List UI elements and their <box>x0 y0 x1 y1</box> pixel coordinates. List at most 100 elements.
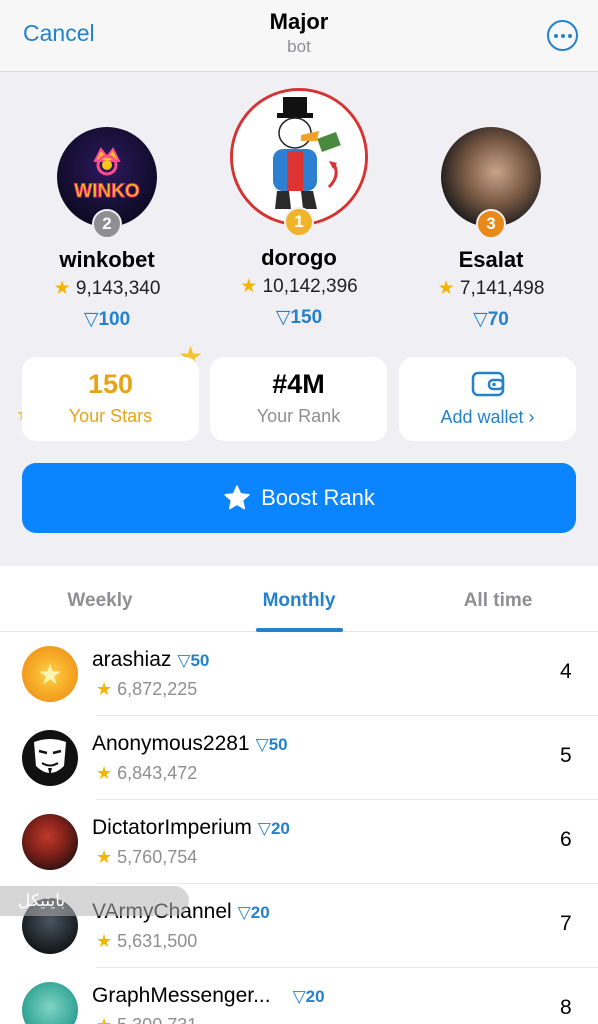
leaderboard-panel: Weekly Monthly All time ★ arashiaz ▽50 ★ … <box>0 566 598 1024</box>
tab-bar: Weekly Monthly All time <box>0 566 598 632</box>
ton-value: 20 <box>270 819 290 838</box>
star-coin-icon: ★ <box>37 658 63 690</box>
avatar <box>22 814 78 870</box>
row-name-line: DictatorImperium ▽20 <box>92 816 290 840</box>
dot-icon <box>553 33 558 38</box>
ton-value: 20 <box>250 903 270 922</box>
row-stars: ★ 5,300,731 <box>96 1015 197 1024</box>
rank-number: 5 <box>560 744 572 767</box>
avatar: ★ <box>22 646 78 702</box>
avatar <box>22 982 78 1024</box>
ton-value: 50 <box>190 651 210 670</box>
star-icon: ★ <box>96 1015 112 1024</box>
podium-ton: ▽100 <box>17 308 197 331</box>
add-wallet-card[interactable]: Add wallet › <box>399 357 576 441</box>
rank-number: 7 <box>560 912 572 935</box>
logo-text: WINKO <box>74 181 140 203</box>
dot-icon <box>567 33 572 38</box>
rank-number: 8 <box>560 996 572 1019</box>
podium-stars: ★ 9,143,340 <box>17 277 197 300</box>
podium-stars: ★ 7,141,498 <box>401 277 581 300</box>
avatar: 1 <box>230 88 368 237</box>
rank-value: #4M <box>272 369 325 399</box>
star-icon: ★ <box>240 276 258 297</box>
podium-stars: ★ 10,142,396 <box>209 275 389 298</box>
ton-icon: ▽ <box>275 307 291 328</box>
ton-badge: ▽50 <box>255 735 288 754</box>
title-block: Major bot <box>0 9 598 57</box>
star-icon: ★ <box>53 278 71 299</box>
podium-third[interactable]: 3 Esalat ★ 7,141,498 ▽70 <box>401 88 581 331</box>
rank-badge: 2 <box>92 209 122 239</box>
rank-number: 4 <box>560 660 572 683</box>
stars-value: 10,142,396 <box>262 276 358 297</box>
leaderboard-row[interactable]: ★ arashiaz ▽50 ★ 6,872,225 4 <box>0 632 598 716</box>
avatar: 3 <box>441 127 541 239</box>
user-name: DictatorImperium <box>92 816 252 839</box>
podium-ton: ▽150 <box>209 306 389 329</box>
ton-value: 70 <box>487 309 509 330</box>
stars-value: 6,872,225 <box>117 679 198 699</box>
watermark-text: بایتیکل <box>18 891 66 910</box>
leaderboard-row[interactable]: Anonymous2281 ▽50 ★ 6,843,472 5 <box>0 716 598 800</box>
podium-first[interactable]: 1 dorogo ★ 10,142,396 ▽150 <box>209 88 389 329</box>
tab-monthly[interactable]: Monthly <box>199 590 399 612</box>
podium-name: dorogo <box>261 245 337 270</box>
podium-second[interactable]: WINKO 2 winkobet ★ 9,143,340 ▽100 <box>17 88 197 331</box>
podium-name: winkobet <box>59 247 155 272</box>
stars-value: 5,300,731 <box>117 1015 197 1024</box>
star-icon: ★ <box>96 847 113 867</box>
row-stars: ★ 6,872,225 <box>96 679 197 700</box>
rank-number: 6 <box>560 828 572 851</box>
stars-value: 9,143,340 <box>75 278 161 299</box>
stars-value: 6,843,472 <box>117 763 198 783</box>
star-icon: ★ <box>96 763 113 783</box>
user-name: Anonymous2281 <box>92 732 250 755</box>
leaderboard-row[interactable]: DictatorImperium ▽20 ★ 5,760,754 6 <box>0 800 598 884</box>
duck-illustration <box>233 91 365 223</box>
your-stars-card: 150 Your Stars <box>22 357 199 441</box>
stars-value: 5,631,500 <box>117 931 198 951</box>
rank-badge: 3 <box>476 209 506 239</box>
star-icon <box>224 485 250 510</box>
star-icon: ★ <box>437 278 455 299</box>
tab-weekly[interactable]: Weekly <box>0 590 200 612</box>
ton-badge: ▽20 <box>237 903 270 922</box>
star-icon: ★ <box>96 931 113 951</box>
row-name-line: GraphMessenger... ▽20 <box>92 984 325 1008</box>
podium-name: Esalat <box>458 247 524 272</box>
page-subtitle: bot <box>287 37 311 56</box>
dot-icon <box>560 33 565 38</box>
user-name: arashiaz <box>92 648 172 671</box>
ton-badge: ▽50 <box>177 651 210 670</box>
avatar <box>22 730 78 786</box>
podium-ton: ▽70 <box>401 308 581 331</box>
mask-icon <box>34 739 66 776</box>
add-wallet-link[interactable]: Add wallet › <box>399 407 576 428</box>
rank-label: Your Rank <box>256 406 341 426</box>
wallet-icon <box>399 371 576 399</box>
stars-count: 150 <box>87 369 134 399</box>
ton-value: 50 <box>268 735 288 754</box>
more-options-button[interactable] <box>547 20 578 51</box>
stars-value: 7,141,498 <box>459 278 545 299</box>
rank-badge: 1 <box>284 207 314 237</box>
row-stars: ★ 5,760,754 <box>96 847 197 868</box>
ton-value: 150 <box>290 307 323 328</box>
header-bar: Cancel Major bot <box>0 0 598 72</box>
tab-all-time[interactable]: All time <box>398 590 598 612</box>
ton-badge: ▽20 <box>292 987 325 1006</box>
row-stars: ★ 6,843,472 <box>96 763 197 784</box>
leaderboard-row[interactable]: GraphMessenger... ▽20 ★ 5,300,731 8 <box>0 968 598 1024</box>
avatar: WINKO 2 <box>57 127 157 239</box>
user-name: GraphMessenger... <box>92 984 271 1007</box>
boost-rank-button[interactable]: Boost Rank <box>22 463 576 533</box>
stars-label: Your Stars <box>68 406 153 426</box>
row-name-line: Anonymous2281 ▽50 <box>92 732 288 756</box>
ton-value: 20 <box>305 987 325 1006</box>
character-icon <box>273 97 341 209</box>
ton-badge: ▽20 <box>257 819 290 838</box>
ton-icon: ▽ <box>83 309 99 330</box>
row-name-line: arashiaz ▽50 <box>92 648 209 672</box>
row-stars: ★ 5,631,500 <box>96 931 197 952</box>
